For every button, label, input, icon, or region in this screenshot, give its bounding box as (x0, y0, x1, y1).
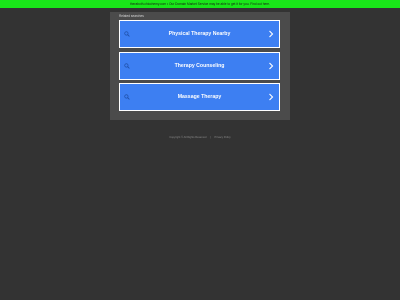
footer-privacy-link[interactable]: Privacy Policy (215, 136, 231, 139)
chevron-right-icon (269, 93, 274, 101)
related-searches-heading: Related searches (119, 14, 144, 18)
footer: Copyright © All Rights Reserved | Privac… (0, 136, 400, 139)
chevron-right-icon (269, 30, 274, 38)
search-link-label: Massage Therapy (177, 94, 222, 100)
chevron-right-icon (269, 62, 274, 70)
search-link-label: Physical Therapy Nearby (168, 31, 231, 37)
search-link-label: Therapy Counseling (174, 63, 225, 69)
footer-copyright: Copyright © All Rights Reserved (169, 136, 207, 139)
search-link-physical-therapy-nearby[interactable]: Physical Therapy Nearby (119, 20, 280, 48)
search-link-therapy-counseling[interactable]: Therapy Counseling (119, 52, 280, 80)
footer-separator: | (210, 136, 211, 139)
domain-banner-text[interactable]: theraboth.chicchemy.com • Our Domain Mar… (130, 2, 270, 6)
search-link-massage-therapy[interactable]: Massage Therapy (119, 83, 280, 111)
related-searches-panel: Related searches Physical Therapy Nearby… (110, 12, 290, 120)
domain-banner[interactable]: theraboth.chicchemy.com • Our Domain Mar… (0, 0, 400, 8)
